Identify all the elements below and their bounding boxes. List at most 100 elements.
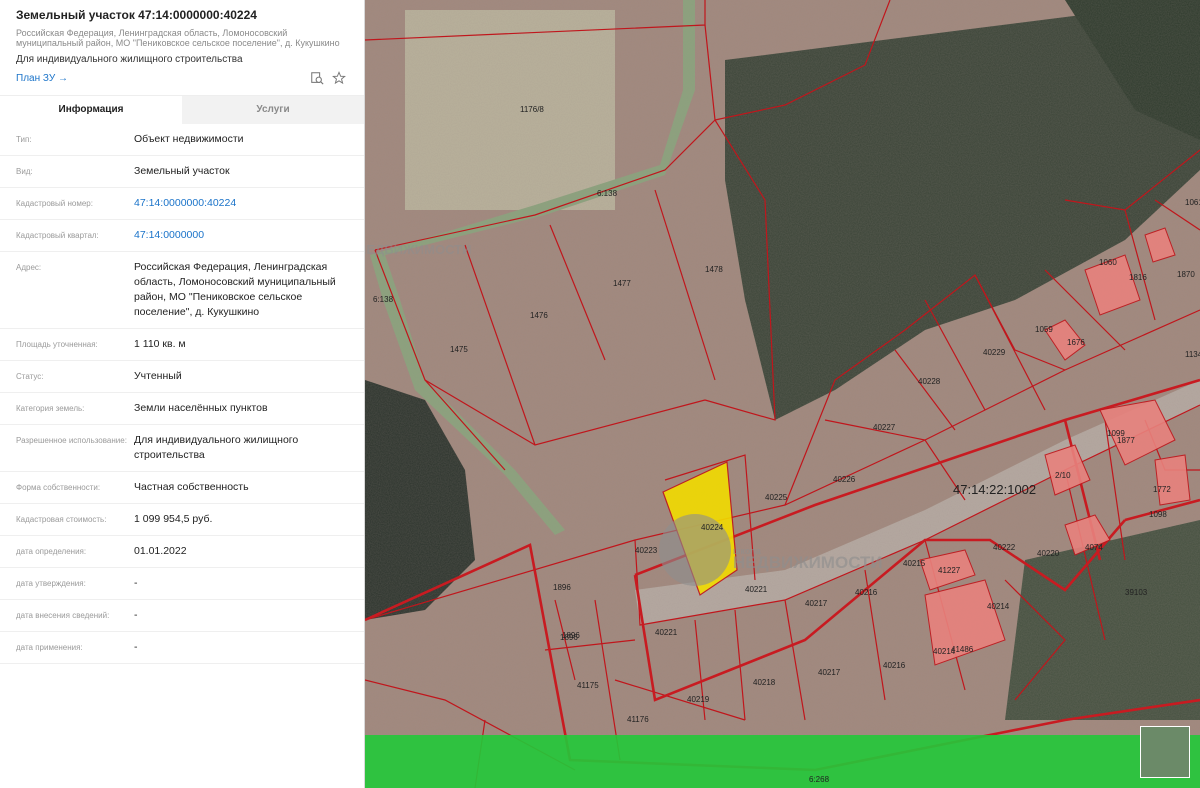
plot-label: 1059 [1035, 325, 1053, 334]
info-value-link[interactable]: 47:14:0000000 [134, 228, 356, 243]
info-row: Кадастровый номер: 47:14:0000000:40224 [0, 188, 364, 220]
info-label: Адрес: [16, 263, 42, 272]
watermark-center-text: НЕДВИЖИМОСТИ [733, 553, 883, 572]
info-value: 1 099 954,5 руб. [134, 513, 213, 525]
info-row: дата внесения сведений: - [0, 600, 364, 632]
plot-label: 4074 [1085, 543, 1103, 552]
plot-label: 1061 [1185, 198, 1200, 207]
plot-label: 1060 [1099, 258, 1117, 267]
plot-label: 40215 [903, 559, 926, 568]
plot-label: 40221 [655, 628, 678, 637]
plot-label: 41227 [938, 566, 961, 575]
plot-label: 1476 [530, 311, 548, 320]
road-label: 6:138 [597, 189, 618, 198]
info-label: дата применения: [16, 643, 83, 652]
plot-label: 1176/8 [520, 105, 544, 114]
road-label: 6:268 [809, 775, 830, 784]
address-subtitle: Российская Федерация, Ленинградская обла… [16, 28, 340, 48]
info-value: - [134, 641, 138, 653]
map-canvas[interactable]: НЕДВИЖИМОСТИ школа НЕДВИЖИМОСТИ 47:14:22… [365, 0, 1200, 788]
info-row: дата определения: 01.01.2022 [0, 536, 364, 568]
info-row: Тип: Объект недвижимости [0, 124, 364, 156]
plot-label: 40219 [687, 695, 710, 704]
plot-label: 1676 [1067, 338, 1085, 347]
info-label: Статус: [16, 372, 44, 381]
plot-label: 1098 [1149, 510, 1167, 519]
map-view[interactable]: НЕДВИЖИМОСТИ школа НЕДВИЖИМОСТИ 47:14:22… [365, 0, 1200, 788]
info-value: - [134, 577, 138, 589]
info-row: Статус: Учтенный [0, 361, 364, 393]
info-row: Вид: Земельный участок [0, 156, 364, 188]
plot-label: 40228 [918, 377, 941, 386]
plot-label: 1877 [1117, 436, 1135, 445]
info-row: дата применения: - [0, 632, 364, 664]
info-value: Объект недвижимости [134, 133, 244, 145]
info-value: - [134, 609, 138, 621]
info-value: Для индивидуального жилищного строительс… [134, 434, 299, 461]
info-label: Вид: [16, 167, 33, 176]
plan-row: План ЗУ → [16, 69, 354, 91]
info-value: Земли населённых пунктов [134, 402, 268, 414]
info-row: Форма собственности: Частная собственност… [0, 472, 364, 504]
info-value: 1 110 кв. м [134, 338, 186, 350]
plot-label: 41176 [627, 715, 649, 724]
info-label: Площадь уточненная: [16, 340, 98, 349]
plot-label: 40220 [1037, 549, 1060, 558]
texture [365, 0, 1200, 788]
plot-label: 1816 [1129, 273, 1147, 282]
plot-label: 41486 [951, 645, 974, 654]
map-layer-thumbnail[interactable] [1140, 726, 1190, 778]
tab-info[interactable]: Информация [0, 96, 182, 124]
info-value: Учтенный [134, 370, 182, 382]
plot-label: 40226 [833, 475, 856, 484]
plot-label: 40216 [855, 588, 878, 597]
page-title: Земельный участок 47:14:0000000:40224 [16, 8, 257, 22]
plot-label: 1134 [1185, 350, 1200, 359]
info-label: Форма собственности: [16, 483, 101, 492]
plot-label: 40216 [883, 661, 906, 670]
plot-label: 40217 [818, 668, 841, 677]
tabs: Информация Услуги [0, 95, 364, 124]
info-label: Разрешенное использование: [16, 436, 127, 445]
star-icon[interactable] [332, 71, 346, 90]
info-row: Адрес: Российская Федерация, Ленинградска… [0, 252, 364, 329]
info-label: Кадастровый номер: [16, 199, 93, 208]
plot-label: 40218 [753, 678, 776, 687]
search-doc-icon[interactable] [310, 71, 324, 90]
info-list: Тип: Объект недвижимости Вид: Земельный уча… [0, 124, 364, 664]
plot-label: 40222 [993, 543, 1016, 552]
info-row: Разрешенное использование: Для индивидуал… [0, 425, 364, 472]
info-panel: Земельный участок 47:14:0000000:40224 Ро… [0, 0, 365, 788]
road-label: 6:138 [373, 295, 394, 304]
plot-label: 41175 [577, 681, 599, 690]
tab-services[interactable]: Услуги [182, 96, 364, 124]
quarter-label: 47:14:22:1002 [953, 482, 1036, 497]
plot-label: 39103 [1125, 588, 1148, 597]
info-row: Категория земель: Земли населённых пункто… [0, 393, 364, 425]
info-value: Земельный участок [134, 165, 230, 177]
info-label: дата определения: [16, 547, 87, 556]
purpose-text: Для индивидуального жилищного строительс… [16, 54, 243, 65]
plot-label: 1870 [1177, 270, 1195, 279]
info-value: 01.01.2022 [134, 545, 187, 557]
info-row: Кадастровый квартал: 47:14:0000000 [0, 220, 364, 252]
info-value: Российская Федерация, Ленинградская обла… [134, 261, 336, 318]
panel-header: Земельный участок 47:14:0000000:40224 Ро… [0, 0, 364, 91]
plot-label: 1475 [450, 345, 468, 354]
selected-plot-label: 40224 [701, 523, 724, 532]
plan-link[interactable]: План ЗУ → [16, 73, 68, 84]
watermark-top-text: НЕДВИЖИМОСТИ [365, 242, 471, 257]
plot-label: 40225 [765, 493, 788, 502]
info-label: Кадастровая стоимость: [16, 515, 107, 524]
info-label: Тип: [16, 135, 32, 144]
plot-label: 2/10 [1055, 471, 1071, 480]
plot-label: 40214 [987, 602, 1010, 611]
plot-label: 40217 [805, 599, 828, 608]
plot-label: 40223 [635, 546, 658, 555]
info-label: Кадастровый квартал: [16, 231, 99, 240]
green-zone [365, 735, 1200, 788]
info-value-link[interactable]: 47:14:0000000:40224 [134, 196, 356, 211]
info-row: дата утверждения: - [0, 568, 364, 600]
info-row: Кадастровая стоимость: 1 099 954,5 руб. [0, 504, 364, 536]
plot-label: 1896 [560, 633, 578, 642]
